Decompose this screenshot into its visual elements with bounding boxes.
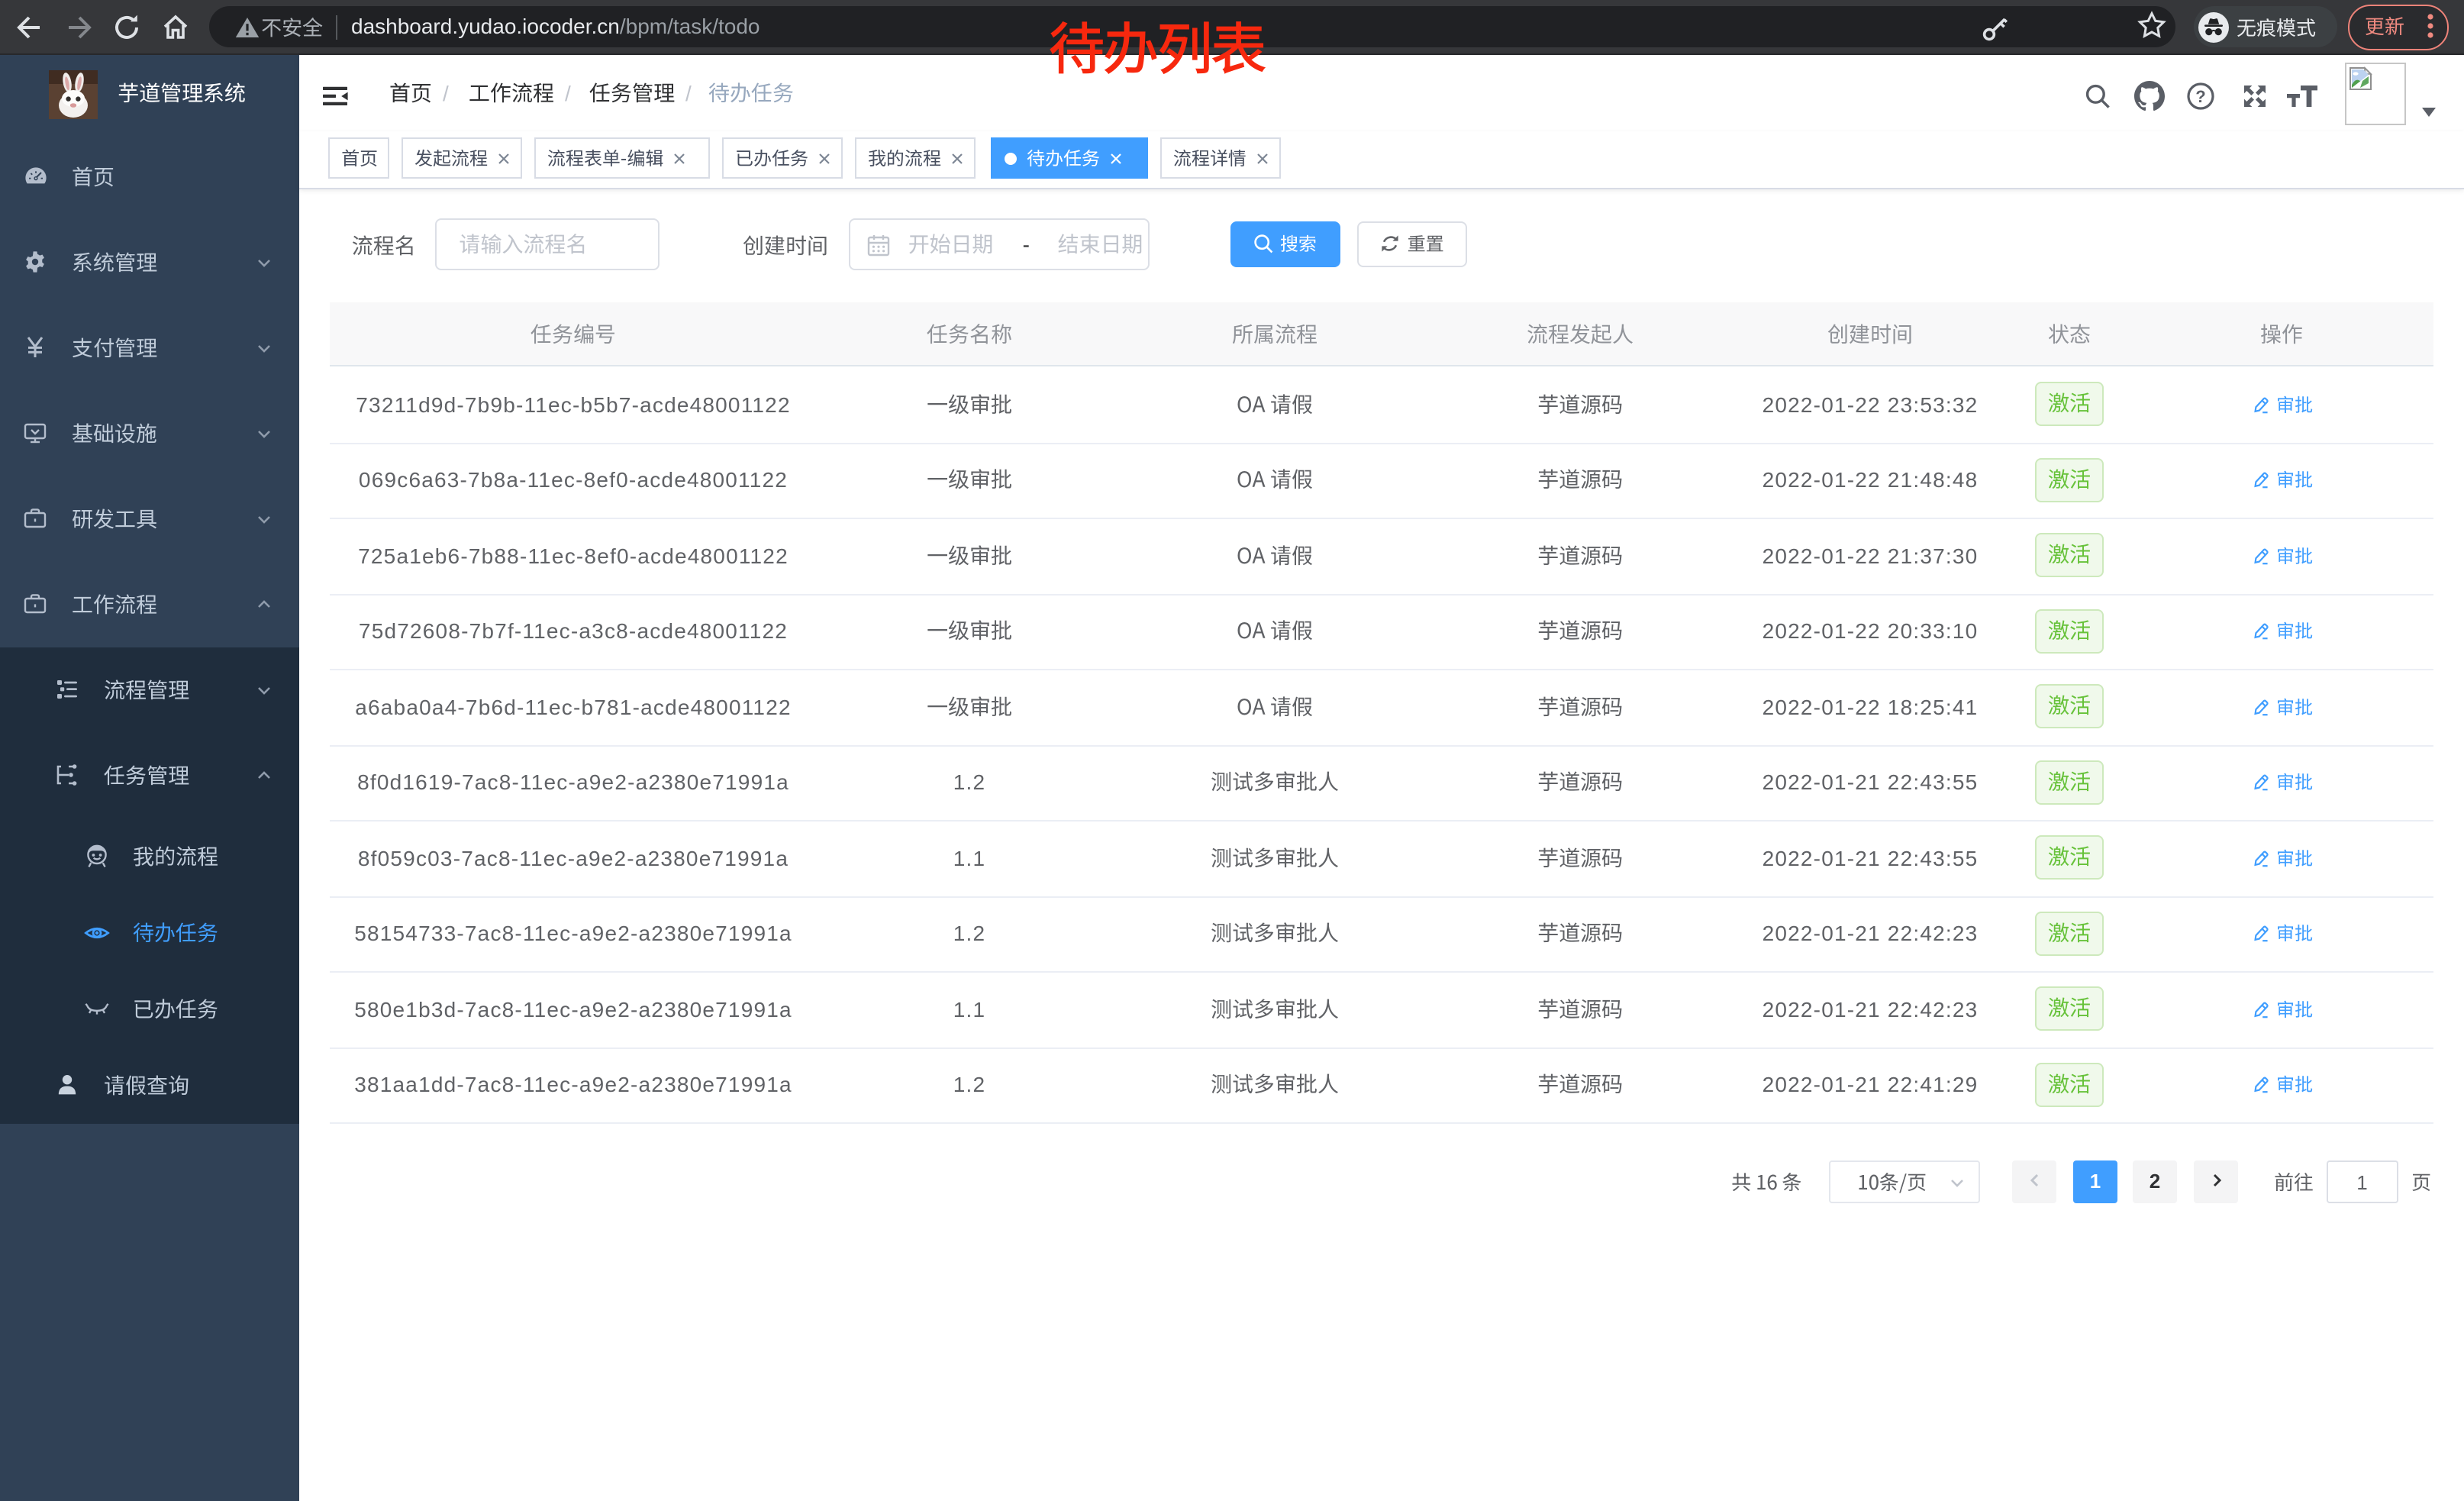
svg-text:?: ? <box>2195 87 2205 106</box>
